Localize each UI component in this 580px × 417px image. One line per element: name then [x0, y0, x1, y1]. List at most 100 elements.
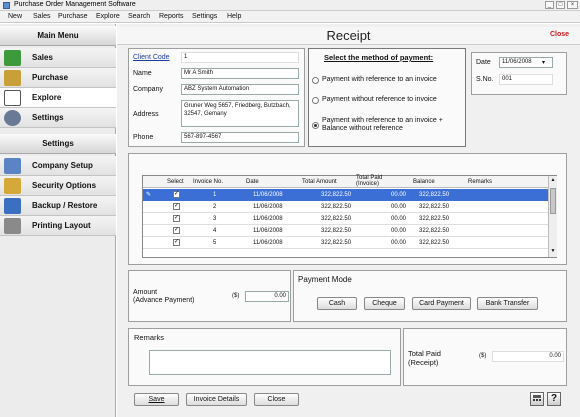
settings-icon — [4, 110, 21, 126]
menu-sales[interactable]: Sales — [33, 13, 51, 20]
sidebar-item-backup[interactable]: Backup / Restore — [0, 196, 116, 216]
company-field[interactable]: ABZ System Automation — [181, 84, 299, 95]
cell-invoice: 5 — [213, 240, 217, 246]
scroll-down-icon[interactable]: ▼ — [550, 248, 556, 255]
amount-sublabel: (Advance Payment) — [133, 297, 195, 304]
menu-search[interactable]: Search — [128, 13, 150, 20]
name-label: Name — [133, 70, 152, 77]
cell-date: 11/06/2008 — [253, 204, 283, 210]
sidebar-item-label: Printing Layout — [32, 221, 91, 230]
client-code-label[interactable]: Client Code — [133, 54, 170, 61]
col-remarks: Remarks — [468, 179, 493, 185]
table-row[interactable]: ✓ 2 11/06/2008 322,822.50 00.00 322,822.… — [143, 201, 548, 213]
row-checkbox[interactable]: ✓ — [173, 191, 180, 198]
grid-scrollbar[interactable]: ▲ ▼ — [548, 176, 557, 257]
date-label: Date — [476, 59, 491, 66]
sidebar-item-settings[interactable]: Settings — [0, 108, 116, 128]
calculator-icon[interactable] — [530, 392, 544, 406]
sidebar-item-company-setup[interactable]: Company Setup — [0, 156, 116, 176]
cell-invoice: 4 — [213, 228, 217, 234]
scroll-thumb[interactable] — [550, 188, 556, 214]
title-bar: Purchase Order Management Software _ □ × — [0, 0, 580, 11]
calendar-dropdown-icon[interactable]: ▾ — [542, 59, 545, 66]
cell-paid: 00.00 — [391, 216, 407, 222]
explore-icon — [4, 90, 21, 106]
cell-balance: 322,822.50 — [419, 216, 450, 222]
sidebar-item-sales[interactable]: Sales — [0, 48, 116, 68]
name-field[interactable]: Mr A Smith — [181, 68, 299, 79]
close-button[interactable]: Close — [254, 393, 299, 406]
row-pointer-icon: ✎ — [146, 192, 152, 198]
cell-balance: 322,822.50 — [419, 204, 450, 210]
table-row[interactable]: ✓ 5 11/06/2008 322,822.50 00.00 322,822.… — [143, 237, 548, 249]
sno-label: S.No. — [476, 76, 494, 83]
menu-new[interactable]: New — [8, 13, 22, 20]
sidebar-item-purchase[interactable]: Purchase — [0, 68, 116, 88]
menu-reports[interactable]: Reports — [159, 13, 184, 20]
phone-field[interactable]: 567-897-4567 — [181, 132, 299, 143]
menu-bar: New Sales Purchase Explore Search Report… — [0, 11, 580, 23]
menu-settings[interactable]: Settings — [192, 13, 217, 20]
client-panel: Client Code 1 Name Mr A Smith Company AB… — [128, 48, 305, 147]
close-window-icon[interactable]: × — [567, 1, 578, 9]
sidebar-item-label: Explore — [32, 93, 62, 102]
row-checkbox[interactable]: ✓ — [173, 227, 180, 234]
cheque-button[interactable]: Cheque — [364, 297, 405, 310]
maximize-icon[interactable]: □ — [556, 1, 565, 9]
radio-invoice-plus-balance[interactable] — [312, 122, 319, 129]
cell-total: 322,822.50 — [321, 216, 352, 222]
amount-currency: ($) — [232, 293, 240, 299]
card-payment-button[interactable]: Card Payment — [412, 297, 471, 310]
cell-invoice: 2 — [213, 204, 217, 210]
col-total-paid: Total Paid (Invoice) — [356, 175, 383, 187]
cell-invoice: 1 — [213, 192, 217, 198]
grid-body: ✎ ✓ 1 11/06/2008 322,822.50 00.00 322,82… — [143, 189, 548, 259]
receipt-header: Receipt Close — [117, 27, 580, 45]
amount-field[interactable]: 0.00 — [245, 291, 289, 302]
close-link[interactable]: Close — [550, 31, 569, 38]
invoice-grid: Select Invoice No. Date Total Amount Tot… — [142, 175, 557, 258]
sidebar-item-explore[interactable]: Explore — [0, 88, 116, 108]
row-checkbox[interactable]: ✓ — [173, 203, 180, 210]
table-row[interactable]: ✎ ✓ 1 11/06/2008 322,822.50 00.00 322,82… — [143, 189, 548, 201]
sidebar-item-label: Settings — [32, 113, 64, 122]
cell-invoice: 3 — [213, 216, 217, 222]
row-checkbox[interactable]: ✓ — [173, 215, 180, 222]
payment-mode-heading: Payment Mode — [298, 275, 352, 284]
purchase-icon — [4, 70, 21, 86]
col-total-amount: Total Amount — [302, 179, 337, 185]
cell-date: 11/06/2008 — [253, 192, 283, 198]
bank-transfer-button[interactable]: Bank Transfer — [477, 297, 538, 310]
total-paid-label: Total Paid — [408, 349, 441, 358]
payment-method-panel: Select the method of payment: Payment wi… — [308, 48, 466, 147]
phone-label: Phone — [133, 134, 154, 141]
client-code-field[interactable]: 1 — [181, 52, 299, 63]
address-field[interactable]: Gruner Weg 5657, Friedberg, Butzbach, 32… — [181, 100, 299, 127]
total-paid-panel: Total Paid (Receipt) ($) 0.00 — [403, 328, 567, 386]
table-row[interactable]: ✓ 4 11/06/2008 322,822.50 00.00 322,822.… — [143, 225, 548, 237]
radio-without-invoice[interactable] — [312, 97, 319, 104]
cell-date: 11/06/2008 — [253, 228, 283, 234]
invoice-details-button[interactable]: Invoice Details — [186, 393, 247, 406]
row-checkbox[interactable]: ✓ — [173, 239, 180, 246]
menu-explore[interactable]: Explore — [96, 13, 120, 20]
table-row[interactable]: ✓ 3 11/06/2008 322,822.50 00.00 322,822.… — [143, 213, 548, 225]
cell-paid: 00.00 — [391, 204, 407, 210]
app-icon — [3, 2, 10, 9]
scroll-up-icon[interactable]: ▲ — [550, 177, 556, 184]
menu-purchase[interactable]: Purchase — [58, 13, 88, 20]
sidebar-item-label: Sales — [32, 53, 53, 62]
minimize-icon[interactable]: _ — [545, 1, 554, 9]
grid-header: Select Invoice No. Date Total Amount Tot… — [143, 175, 548, 188]
cell-total: 322,822.50 — [321, 204, 352, 210]
company-setup-icon — [4, 158, 21, 174]
radio-with-invoice[interactable] — [312, 77, 319, 84]
help-icon[interactable]: ? — [547, 392, 561, 406]
cash-button[interactable]: Cash — [317, 297, 357, 310]
remarks-field[interactable] — [149, 350, 391, 375]
address-label: Address — [133, 111, 159, 118]
sidebar-item-printing[interactable]: Printing Layout — [0, 216, 116, 236]
menu-help[interactable]: Help — [227, 13, 241, 20]
save-button[interactable]: Save — [134, 393, 179, 406]
sidebar-item-security[interactable]: Security Options — [0, 176, 116, 196]
